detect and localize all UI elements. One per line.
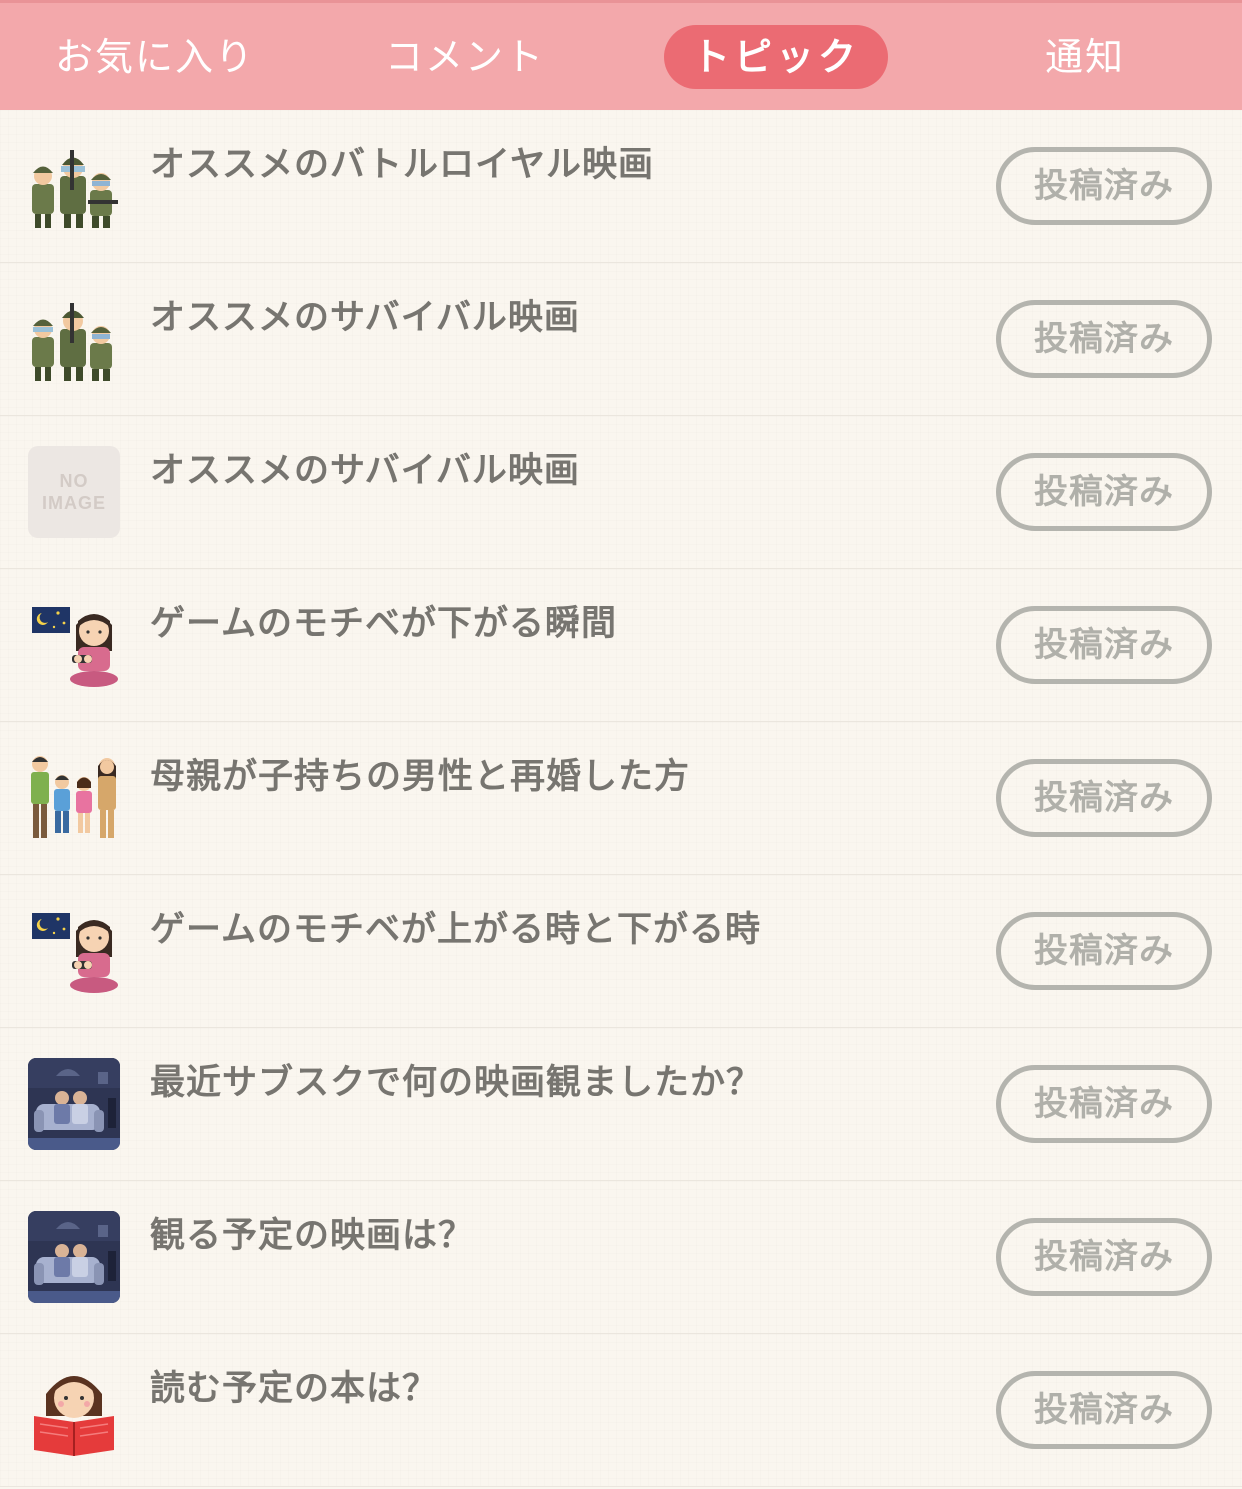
topic-thumbnail	[28, 752, 120, 844]
posted-button[interactable]: 投稿済み	[996, 912, 1212, 990]
posted-button[interactable]: 投稿済み	[996, 1218, 1212, 1296]
no-image-text: IMAGE	[41, 493, 106, 513]
topic-thumbnail	[28, 1058, 120, 1150]
topic-thumbnail	[28, 1364, 120, 1456]
posted-button[interactable]: 投稿済み	[996, 759, 1212, 837]
topic-title[interactable]: 観る予定の映画は？	[150, 1207, 970, 1258]
topic-thumbnail	[28, 293, 120, 385]
topic-row[interactable]: 観る予定の映画は？ 投稿済み	[0, 1181, 1242, 1334]
topic-title[interactable]: オススメのサバイバル映画	[150, 442, 970, 493]
topic-title[interactable]: 母親が子持ちの男性と再婚した方	[150, 748, 970, 799]
topic-row[interactable]: 最近サブスクで何の映画観ましたか？ 投稿済み	[0, 1028, 1242, 1181]
girl-gaming-at-night-illustration-icon	[32, 913, 118, 993]
topic-title[interactable]: ゲームのモチベが上がる時と下がる時	[150, 901, 970, 952]
posted-button[interactable]: 投稿済み	[996, 300, 1212, 378]
tab-notifications[interactable]: 通知	[990, 25, 1180, 89]
topic-title[interactable]: オススメのバトルロイヤル映画	[150, 136, 970, 187]
topic-row[interactable]: オススメのサバイバル映画 投稿済み	[0, 263, 1242, 416]
topic-thumbnail	[28, 905, 120, 997]
topic-row[interactable]: ゲームのモチベが下がる瞬間 投稿済み	[0, 569, 1242, 722]
topic-row[interactable]: ゲームのモチベが上がる時と下がる時 投稿済み	[0, 875, 1242, 1028]
topic-row[interactable]: オススメのバトルロイヤル映画 投稿済み	[0, 110, 1242, 263]
topic-thumbnail	[28, 1211, 120, 1303]
soldiers-illustration-icon	[32, 150, 118, 228]
tab-topics[interactable]: トピック	[664, 25, 888, 89]
topic-thumbnail: NO IMAGE	[28, 446, 120, 538]
posted-button[interactable]: 投稿済み	[996, 1371, 1212, 1449]
girl-gaming-at-night-illustration-icon	[32, 607, 118, 687]
topic-title[interactable]: ゲームのモチベが下がる瞬間	[150, 595, 970, 646]
topic-title[interactable]: 最近サブスクで何の映画観ましたか？	[150, 1054, 970, 1105]
posted-button[interactable]: 投稿済み	[996, 1065, 1212, 1143]
girl-reading-book-illustration-icon	[34, 1376, 114, 1456]
posted-button[interactable]: 投稿済み	[996, 453, 1212, 531]
no-image-placeholder: NO IMAGE	[28, 446, 120, 538]
family-illustration-icon	[31, 756, 116, 838]
topic-row[interactable]: 読む予定の本は？ 投稿済み	[0, 1334, 1242, 1487]
posted-button[interactable]: 投稿済み	[996, 147, 1212, 225]
topic-thumbnail	[28, 140, 120, 232]
couple-watching-tv-illustration-icon	[28, 1058, 120, 1150]
topic-title[interactable]: オススメのサバイバル映画	[150, 289, 970, 340]
no-image-text: NO	[59, 471, 89, 491]
posted-button[interactable]: 投稿済み	[996, 606, 1212, 684]
topic-row[interactable]: 母親が子持ちの男性と再婚した方 投稿済み	[0, 722, 1242, 875]
topic-list: オススメのバトルロイヤル映画 投稿済み オススメのサバイバル映画 投稿済み NO…	[0, 110, 1242, 1487]
topic-row[interactable]: NO IMAGE オススメのサバイバル映画 投稿済み	[0, 416, 1242, 569]
tab-favorites[interactable]: お気に入り	[40, 25, 270, 89]
topic-thumbnail	[28, 599, 120, 691]
topic-title[interactable]: 読む予定の本は？	[150, 1360, 970, 1411]
couple-watching-tv-illustration-icon	[28, 1211, 120, 1303]
tab-bar: お気に入り コメント トピック 通知	[0, 0, 1242, 110]
tab-comments[interactable]: コメント	[350, 25, 580, 89]
soldiers-illustration-icon	[32, 303, 112, 381]
